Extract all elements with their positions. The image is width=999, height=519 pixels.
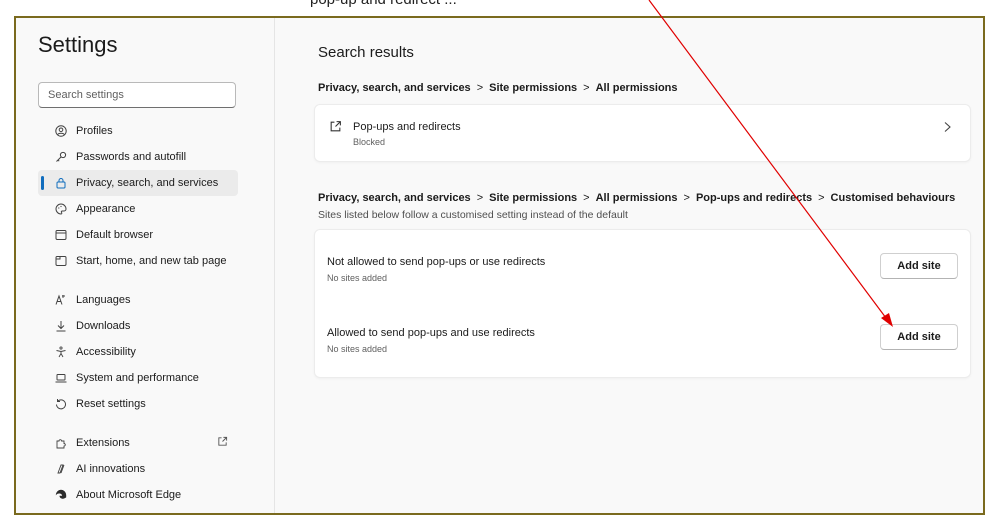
row-subtitle: No sites added [327,273,388,283]
lock-icon [54,177,67,190]
popups-redirects-row[interactable]: Pop-ups and redirects Blocked [314,104,971,162]
browser-icon [54,229,67,242]
home-tab-icon [54,255,67,268]
sidebar-item-label: About Microsoft Edge [76,489,182,501]
top-cutoff-strip: pop-up and redirect ... [0,0,999,16]
sidebar-item-start-home[interactable]: Start, home, and new tab page [38,248,238,274]
allow-list-row: Allowed to send pop-ups and use redirect… [327,321,958,361]
external-popup-icon [329,120,342,136]
breadcrumb-item[interactable]: All permissions [596,82,678,94]
settings-title: Settings [38,32,118,57]
sidebar-item-languages[interactable]: Languages [38,287,238,313]
sidebar-item-label: Downloads [76,320,131,332]
breadcrumb-item[interactable]: Pop-ups and redirects [696,192,812,204]
sidebar-item-system[interactable]: System and performance [38,365,238,391]
accessibility-icon [54,346,67,359]
reset-icon [54,398,67,411]
download-icon [54,320,67,333]
sidebar-item-default-browser[interactable]: Default browser [38,222,238,248]
breadcrumb-item[interactable]: Privacy, search, and services [318,82,471,94]
language-icon [54,294,67,307]
puzzle-icon [54,437,67,450]
breadcrumb-item: Customised behaviours [830,192,956,204]
sidebar-item-accessibility[interactable]: Accessibility [38,339,238,365]
breadcrumb: Privacy, search, and services > Site permi… [318,82,678,94]
section-description: Sites listed below follow a customised s… [318,209,628,221]
sidebar-item-label: AI innovations [76,463,146,475]
custom-behaviours-card: Not allowed to send pop-ups or use redir… [314,229,971,378]
sidebar-item-label: Reset settings [76,398,146,410]
key-icon [54,151,67,164]
row-title: Allowed to send pop-ups and use redirect… [327,327,535,339]
top-cutoff-text: pop-up and redirect ... [310,0,457,8]
sidebar-item-ai[interactable]: AI innovations [38,456,238,482]
block-list-row: Not allowed to send pop-ups or use redir… [327,250,958,290]
sidebar-item-label: Start, home, and new tab page [76,255,227,267]
breadcrumb: Privacy, search, and services > Site permi… [318,192,956,204]
breadcrumb-item[interactable]: Site permissions [489,82,577,94]
sidebar-item-profiles[interactable]: Profiles [38,118,238,144]
row-subtitle: No sites added [327,344,388,354]
sidebar-item-about[interactable]: About Microsoft Edge [38,482,238,508]
sidebar-item-appearance[interactable]: Appearance [38,196,238,222]
popups-row-title: Pop-ups and redirects [353,121,461,133]
sidebar-item-label: Default browser [76,229,154,241]
sidebar-item-downloads[interactable]: Downloads [38,313,238,339]
sidebar-item-label: Passwords and autofill [76,151,187,163]
sidebar-item-label: Extensions [76,437,130,449]
settings-window: Settings Profiles Passwords and autofill… [14,16,985,515]
main-content: Search results Privacy, search, and serv… [276,18,983,513]
sidebar-item-label: System and performance [76,372,199,384]
sidebar-item-label: Appearance [76,203,136,215]
palette-icon [54,203,67,216]
sidebar-item-extensions[interactable]: Extensions [38,430,238,456]
search-input[interactable] [38,82,236,108]
chevron-right-icon [943,120,952,136]
sidebar-item-label: Accessibility [76,346,136,358]
add-site-block-button[interactable]: Add site [880,253,958,279]
ai-icon [54,463,67,476]
page-title: Search results [318,44,414,61]
sidebar: Settings Profiles Passwords and autofill… [16,18,275,513]
profile-icon [54,125,67,138]
sidebar-item-label: Languages [76,294,131,306]
sidebar-item-label: Privacy, search, and services [76,177,219,189]
popups-row-status: Blocked [353,137,386,147]
external-link-icon [217,436,228,450]
sidebar-item-label: Profiles [76,125,113,137]
sidebar-item-reset[interactable]: Reset settings [38,391,238,417]
sidebar-item-passwords[interactable]: Passwords and autofill [38,144,238,170]
breadcrumb-item[interactable]: Privacy, search, and services [318,192,471,204]
add-site-allow-button[interactable]: Add site [880,324,958,350]
sidebar-nav: Profiles Passwords and autofill Privacy,… [38,118,238,508]
row-title: Not allowed to send pop-ups or use redir… [327,256,546,268]
breadcrumb-item[interactable]: Site permissions [489,192,577,204]
sidebar-item-privacy[interactable]: Privacy, search, and services [38,170,238,196]
breadcrumb-item[interactable]: All permissions [596,192,678,204]
laptop-icon [54,372,67,385]
edge-icon [54,489,67,502]
